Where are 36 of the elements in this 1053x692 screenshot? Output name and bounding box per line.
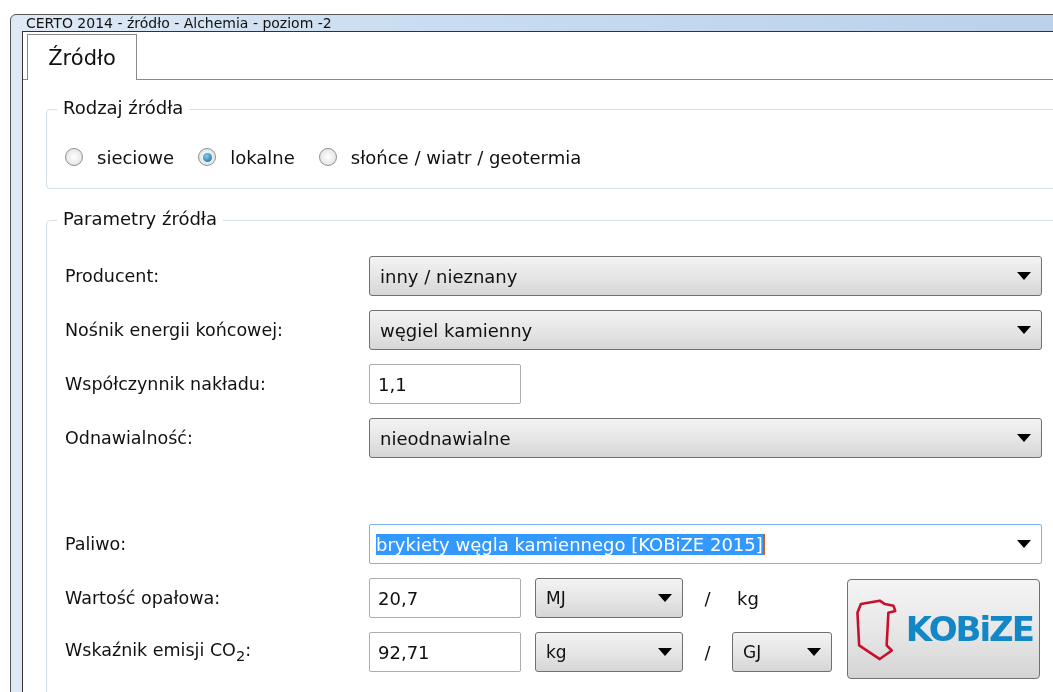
group-legend: Parametry źródła bbox=[57, 208, 223, 229]
group-legend: Rodzaj źródła bbox=[57, 97, 190, 118]
field-label: Wskaźnik emisji CO$_{2}$: bbox=[65, 640, 253, 664]
field-label: Paliwo: bbox=[65, 534, 128, 554]
field-label: Współczynnik nakładu: bbox=[65, 374, 267, 394]
unit-label: kg bbox=[736, 587, 760, 609]
radio-button[interactable] bbox=[198, 148, 217, 166]
radio-label[interactable]: lokalne bbox=[230, 146, 295, 168]
window-title: CERTO 2014 - źródło - Alchemia - poziom -2 bbox=[26, 15, 332, 31]
field-label: Producent: bbox=[65, 266, 161, 286]
input-field[interactable]: 92,71 bbox=[369, 632, 521, 672]
dropdown[interactable]: kg bbox=[535, 632, 683, 672]
dropdown[interactable]: inny / nieznany bbox=[369, 256, 1042, 296]
caret-icon bbox=[658, 648, 672, 656]
slash-separator: / bbox=[704, 641, 711, 663]
dropdown[interactable]: MJ bbox=[535, 578, 683, 618]
field-label: Odnawialność: bbox=[65, 428, 194, 448]
slash-separator: / bbox=[704, 587, 711, 609]
input-field[interactable]: 1,1 bbox=[369, 364, 521, 404]
radio-label[interactable]: sieciowe bbox=[97, 146, 175, 168]
caret-icon bbox=[1017, 434, 1031, 442]
input-field[interactable]: 20,7 bbox=[369, 578, 521, 618]
dropdown[interactable]: GJ bbox=[732, 632, 832, 672]
caret-icon bbox=[1017, 326, 1031, 334]
dropdown[interactable]: węgiel kamienny bbox=[369, 310, 1042, 350]
dropdown[interactable]: nieodnawialne bbox=[369, 418, 1042, 458]
caret-icon bbox=[1017, 540, 1031, 548]
caret-icon bbox=[1017, 272, 1031, 280]
field-label: Wartość opałowa: bbox=[65, 588, 222, 608]
caret-icon bbox=[658, 594, 672, 602]
radio-label[interactable]: słońce / wiatr / geotermia bbox=[350, 146, 582, 168]
tab[interactable]: Źródło bbox=[27, 34, 137, 80]
radio-button[interactable] bbox=[65, 148, 83, 166]
radio-button[interactable] bbox=[318, 148, 337, 166]
field-label: Nośnik energii końcowej: bbox=[65, 320, 284, 340]
caret-icon bbox=[807, 648, 821, 656]
